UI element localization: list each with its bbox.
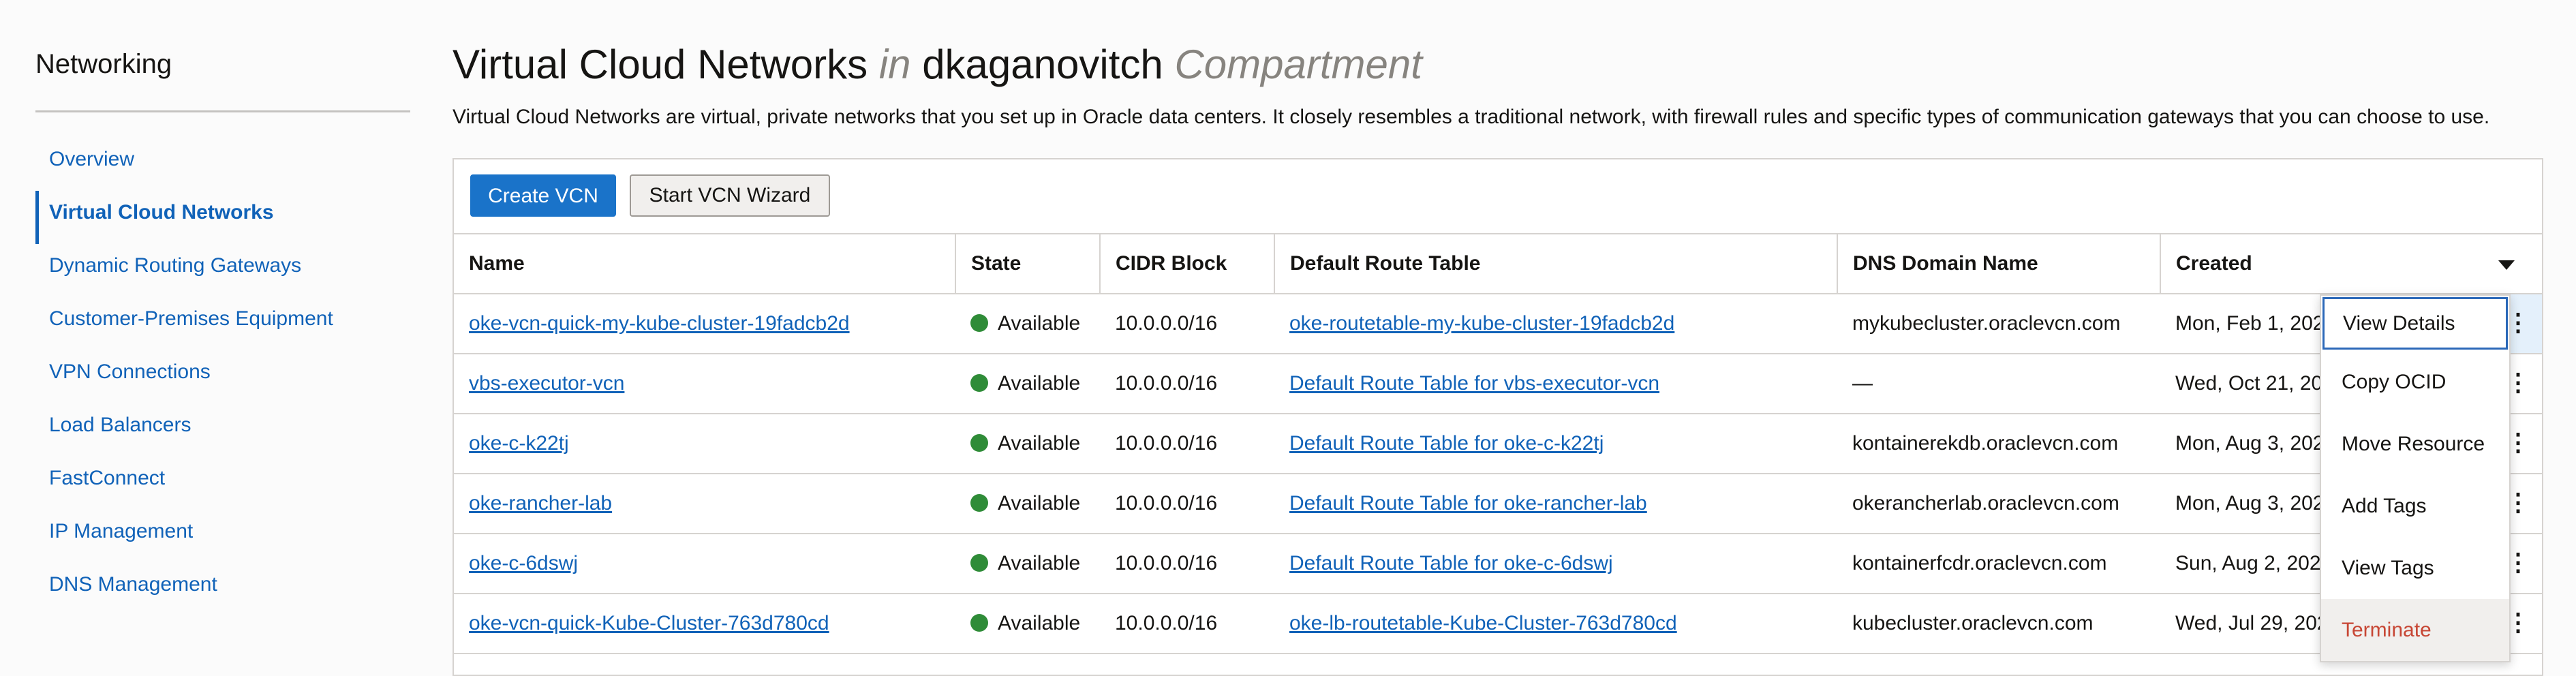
route-table-link[interactable]: Default Route Table for oke-c-6dswj [1274,534,1837,594]
dns-cell: kontainerfcdr.oraclevcn.com [1837,534,2160,594]
vcn-list-panel: Create VCN Start VCN Wizard Name State C… [453,158,2543,676]
cidr-cell: 10.0.0.0/16 [1100,414,1274,474]
state-cell: Available [955,594,1100,654]
status-available-icon [970,374,988,393]
state-label: Available [998,312,1081,335]
column-header-default-route-table[interactable]: Default Route Table [1274,233,1838,294]
sidebar-item-fastconnect[interactable]: FastConnect [35,457,410,510]
cidr-cell: 10.0.0.0/16 [1100,294,1274,354]
route-table-link[interactable]: Default Route Table for oke-c-k22tj [1274,414,1837,474]
menu-item-copy-ocid[interactable]: Copy OCID [2321,351,2509,413]
status-available-icon [970,434,988,452]
column-header-name[interactable]: Name [454,233,956,294]
vcn-name-link[interactable]: oke-vcn-quick-Kube-Cluster-763d780cd [454,594,955,654]
dns-cell: kubecluster.oraclevcn.com [1837,594,2160,654]
table-header-row: Name State CIDR Block Default Route Tabl… [454,233,2542,294]
table-row: oke-rancher-lab Available 10.0.0.0/16 De… [454,474,2542,534]
status-available-icon [970,494,988,512]
vcn-name-link[interactable]: oke-rancher-lab [454,474,955,534]
row-action-menu: View Details Copy OCID Move Resource Add… [2320,294,2511,662]
status-available-icon [970,614,988,632]
state-cell: Available [955,414,1100,474]
menu-item-terminate[interactable]: Terminate [2321,599,2509,661]
column-header-created[interactable]: Created [2160,233,2542,294]
cidr-cell: 10.0.0.0/16 [1100,534,1274,594]
table-row: oke-c-6dswj Available 10.0.0.0/16 Defaul… [454,534,2542,594]
dns-cell: mykubecluster.oraclevcn.com [1837,294,2160,354]
state-label: Available [998,612,1081,634]
status-available-icon [970,554,988,572]
state-label: Available [998,492,1081,514]
state-label: Available [998,552,1081,574]
cidr-cell: 10.0.0.0/16 [1100,354,1274,414]
column-header-state[interactable]: State [955,233,1101,294]
sidebar-item-virtual-cloud-networks[interactable]: Virtual Cloud Networks [35,191,410,244]
page-title: Virtual Cloud Networks in dkaganovitch C… [453,41,1422,88]
vcn-name-link[interactable]: oke-c-k22tj [454,414,955,474]
route-table-link[interactable]: oke-lb-routetable-Kube-Cluster-763d780cd [1274,594,1837,654]
start-vcn-wizard-button[interactable]: Start VCN Wizard [630,174,830,217]
sidebar-item-dynamic-routing-gateways[interactable]: Dynamic Routing Gateways [35,244,410,297]
page-title-main: Virtual Cloud Networks [453,42,868,87]
cidr-cell: 10.0.0.0/16 [1100,474,1274,534]
dns-cell: okerancherlab.oraclevcn.com [1837,474,2160,534]
sidebar-nav: Overview Virtual Cloud Networks Dynamic … [35,138,410,616]
column-header-created-label: Created [2176,252,2252,275]
sidebar-item-load-balancers[interactable]: Load Balancers [35,403,410,457]
status-available-icon [970,314,988,333]
compartment-name: dkaganovitch [922,42,1163,87]
compartment-label: Compartment [1174,42,1422,87]
vcn-name-link[interactable]: oke-vcn-quick-my-kube-cluster-19fadcb2d [454,294,955,354]
state-cell: Available [955,354,1100,414]
route-table-link[interactable]: Default Route Table for vbs-executor-vcn [1274,354,1837,414]
sidebar-title: Networking [35,49,172,79]
sort-descending-icon[interactable] [2498,260,2515,270]
page-description: Virtual Cloud Networks are virtual, priv… [453,106,2490,128]
menu-item-add-tags[interactable]: Add Tags [2321,475,2509,537]
table-row: oke-c-k22tj Available 10.0.0.0/16 Defaul… [454,414,2542,474]
sidebar-divider [35,110,410,112]
sidebar-item-ip-management[interactable]: IP Management [35,510,410,563]
dns-cell: — [1837,354,2160,414]
column-header-dns-domain-name[interactable]: DNS Domain Name [1837,233,2161,294]
state-label: Available [998,372,1081,395]
vcn-name-link[interactable]: oke-c-6dswj [454,534,955,594]
table-row: vbs-executor-vcn Available 10.0.0.0/16 D… [454,354,2542,414]
create-vcn-button[interactable]: Create VCN [470,174,616,217]
column-header-cidr-block[interactable]: CIDR Block [1100,233,1275,294]
menu-item-view-tags[interactable]: View Tags [2321,537,2509,599]
route-table-link[interactable]: oke-routetable-my-kube-cluster-19fadcb2d [1274,294,1837,354]
route-table-link[interactable]: Default Route Table for oke-rancher-lab [1274,474,1837,534]
sidebar-item-vpn-connections[interactable]: VPN Connections [35,350,410,403]
state-cell: Available [955,534,1100,594]
dns-cell: kontainerekdb.oraclevcn.com [1837,414,2160,474]
page-title-in: in [878,42,911,87]
state-cell: Available [955,294,1100,354]
sidebar-item-overview[interactable]: Overview [35,138,410,191]
vcn-table: Name State CIDR Block Default Route Tabl… [454,233,2542,654]
menu-item-view-details[interactable]: View Details [2322,297,2508,350]
state-label: Available [998,432,1081,455]
table-row: oke-vcn-quick-my-kube-cluster-19fadcb2d … [454,294,2542,354]
vcn-name-link[interactable]: vbs-executor-vcn [454,354,955,414]
state-cell: Available [955,474,1100,534]
cidr-cell: 10.0.0.0/16 [1100,594,1274,654]
menu-item-move-resource[interactable]: Move Resource [2321,413,2509,475]
table-row: oke-vcn-quick-Kube-Cluster-763d780cd Ava… [454,594,2542,654]
sidebar-item-dns-management[interactable]: DNS Management [35,563,410,616]
sidebar-item-customer-premises-equipment[interactable]: Customer-Premises Equipment [35,297,410,350]
